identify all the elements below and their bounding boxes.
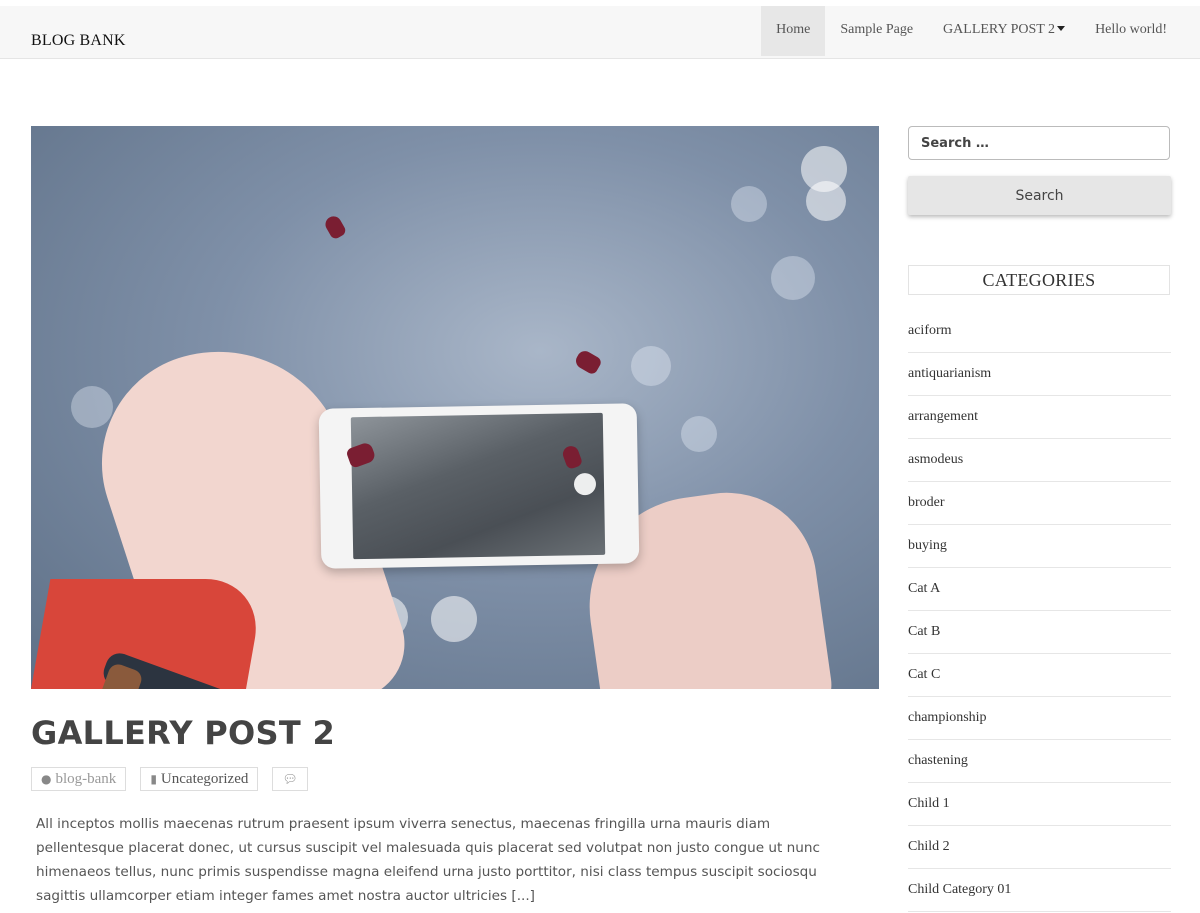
folder-icon: ▮ <box>150 772 157 786</box>
caret-down-icon <box>1057 26 1066 31</box>
menu-item-hello-world[interactable]: Hello world! <box>1080 6 1182 56</box>
categories-list: aciform antiquarianism arrangement asmod… <box>908 311 1171 913</box>
bokeh-light <box>806 181 846 221</box>
categories-title: CATEGORIES <box>908 265 1170 295</box>
bokeh-light <box>681 416 717 452</box>
post-category-tag[interactable]: ▮ Uncategorized <box>140 767 259 791</box>
comment-icon: 💬︎ <box>282 772 298 786</box>
category-item[interactable]: Cat B <box>908 612 1171 654</box>
post-comments-tag[interactable]: 💬︎ <box>272 767 308 791</box>
post-title[interactable]: GALLERY POST 2 <box>31 714 335 752</box>
category-item[interactable]: Child Category 01 <box>908 870 1171 912</box>
fingernail <box>573 348 603 376</box>
bokeh-light <box>771 256 815 300</box>
category-item[interactable]: Child 1 <box>908 784 1171 826</box>
bokeh-light <box>731 186 767 222</box>
category-item[interactable]: aciform <box>908 311 1171 353</box>
navbar: BLOG BANK Home Sample Page GALLERY POST … <box>0 6 1200 59</box>
category-item[interactable]: Child 2 <box>908 827 1171 869</box>
menu-item-gallery-post-2[interactable]: GALLERY POST 2 <box>928 6 1080 56</box>
post-meta: ● blog-bank ▮ Uncategorized 💬︎ <box>31 767 308 791</box>
category-item[interactable]: Cat A <box>908 569 1171 611</box>
site-brand[interactable]: BLOG BANK <box>31 32 126 50</box>
category-item[interactable]: asmodeus <box>908 440 1171 482</box>
main-menu: Home Sample Page GALLERY POST 2 Hello wo… <box>761 6 1182 56</box>
category-item[interactable]: Cat C <box>908 655 1171 697</box>
category-item[interactable]: chastening <box>908 741 1171 783</box>
phone-screen <box>350 412 606 560</box>
user-icon: ● <box>41 772 52 786</box>
category-item[interactable]: antiquarianism <box>908 354 1171 396</box>
post-author-tag[interactable]: ● blog-bank <box>31 767 127 791</box>
search-button[interactable]: Search <box>908 176 1171 215</box>
post-excerpt: All inceptos mollis maecenas rutrum prae… <box>36 816 820 904</box>
bokeh-light <box>71 386 113 428</box>
category-item[interactable]: buying <box>908 526 1171 568</box>
featured-image[interactable] <box>31 126 879 689</box>
camera-shutter-icon <box>573 472 597 496</box>
post-author: blog-bank <box>55 771 117 787</box>
fingernail <box>322 213 348 241</box>
category-item[interactable]: arrangement <box>908 397 1171 439</box>
category-item[interactable]: championship <box>908 698 1171 740</box>
post-category: Uncategorized <box>160 771 249 787</box>
menu-item-gallery-post-2-label: GALLERY POST 2 <box>943 22 1056 37</box>
phone-device <box>318 403 640 569</box>
menu-item-sample-page[interactable]: Sample Page <box>825 6 928 56</box>
category-item[interactable]: broder <box>908 483 1171 525</box>
menu-item-home[interactable]: Home <box>761 6 826 56</box>
bokeh-light <box>431 596 477 642</box>
bokeh-light <box>631 346 671 386</box>
search-input[interactable] <box>908 126 1170 160</box>
